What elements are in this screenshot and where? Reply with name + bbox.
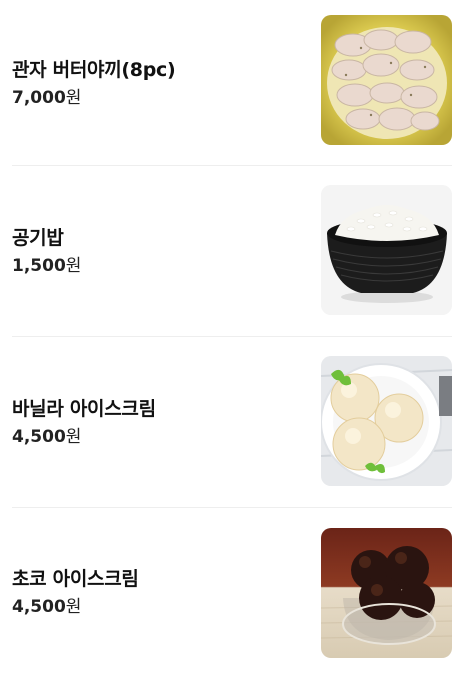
price-value: 4,500 — [12, 427, 66, 447]
price-currency: 원 — [65, 87, 82, 108]
vanilla-ice-cream-photo — [321, 356, 452, 486]
menu-item-name: 공기밥 — [12, 227, 64, 249]
price-currency: 원 — [65, 596, 82, 617]
menu-item-scallop-butter[interactable]: 관자 버터야끼(8pc) 7,000원 — [12, 0, 452, 166]
menu-item-info: 초코 아이스크림 4,500원 — [12, 508, 139, 675]
menu-item-price: 4,500원 — [12, 596, 139, 618]
price-value: 7,000 — [12, 87, 66, 108]
menu-item-rice[interactable]: 공기밥 1,500원 — [12, 166, 452, 337]
menu-item-chocolate-ice-cream[interactable]: 초코 아이스크림 4,500원 — [12, 508, 452, 675]
menu-item-info: 바닐라 아이스크림 4,500원 — [12, 337, 156, 507]
menu-item-name: 관자 버터야끼(8pc) — [12, 58, 176, 81]
price-currency: 원 — [65, 256, 82, 276]
menu-item-price: 4,500원 — [12, 426, 156, 448]
rice-bowl-photo — [321, 185, 452, 315]
menu-item-vanilla-ice-cream[interactable]: 바닐라 아이스크림 4,500원 — [12, 337, 452, 508]
menu-item-price: 7,000원 — [12, 87, 175, 109]
menu-item-info: 공기밥 1,500원 — [12, 166, 81, 336]
scallop-butter-photo — [321, 15, 452, 145]
menu-item-price: 1,500원 — [12, 255, 81, 277]
price-value: 4,500 — [12, 596, 66, 617]
menu-item-name: 바닐라 아이스크림 — [12, 398, 156, 420]
menu-item-name: 초코 아이스크림 — [12, 567, 139, 590]
menu-list: 관자 버터야끼(8pc) 7,000원 공기밥 1,500원 바닐라 아이스크림… — [0, 0, 462, 675]
price-value: 1,500 — [12, 256, 66, 276]
chocolate-ice-cream-photo — [321, 528, 452, 658]
menu-item-info: 관자 버터야끼(8pc) 7,000원 — [12, 0, 176, 165]
price-currency: 원 — [65, 427, 82, 447]
